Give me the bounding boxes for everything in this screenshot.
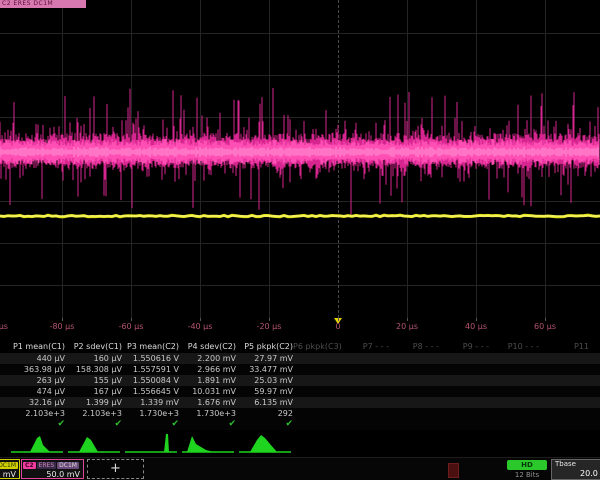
measure-value: 292	[236, 408, 293, 419]
param-header[interactable]: P4 sdev(C2)	[179, 340, 236, 353]
param-header[interactable]: P5 pkpk(C2)	[236, 340, 293, 353]
hd-bits-label: 12 Bits	[507, 471, 547, 479]
measure-value: 440 µV	[8, 353, 65, 364]
histicon-p5[interactable]	[236, 432, 294, 456]
c2-coupling-badge: DC1M	[57, 462, 79, 469]
measure-value: 2.103e+3	[65, 408, 122, 419]
c2-channel-badge: C2	[23, 462, 36, 469]
histicon-p1[interactable]	[8, 432, 66, 456]
measure-value: 6.135 mV	[236, 397, 293, 408]
measure-value: 1.550616 V	[122, 353, 179, 364]
measure-value: 25.03 mV	[236, 375, 293, 386]
time-axis-label: -60 µs	[103, 322, 159, 331]
timebase-descriptor[interactable]: Tbase 20.0 µs	[551, 459, 600, 480]
measure-value: 1.550084 V	[122, 375, 179, 386]
time-axis-label: 60 µs	[517, 322, 573, 331]
measure-value: 263 µV	[8, 375, 65, 386]
time-axis-label: -20 µs	[241, 322, 297, 331]
time-axis-label: -40 µs	[172, 322, 228, 331]
time-axis-tick	[338, 318, 339, 321]
measure-value: 2.966 mV	[179, 364, 236, 375]
time-axis-label: 40 µs	[448, 322, 504, 331]
measure-value: 1.730e+3	[179, 408, 236, 419]
measure-value: 155 µV	[65, 375, 122, 386]
histicon-p2[interactable]	[65, 432, 123, 456]
measure-value: 2.103e+3	[8, 408, 65, 419]
measure-value: 1.339 mV	[122, 397, 179, 408]
time-axis: -100 µs -80 µs -60 µs -40 µs -20 µs 0 20 µs 40 …	[0, 318, 600, 340]
time-axis-tick	[545, 318, 546, 321]
measurement-table: P1 mean(C1)P2 sdev(C1)P3 mean(C2)P4 sdev…	[0, 340, 600, 431]
measure-value: 33.477 mV	[236, 364, 293, 375]
partial-descriptor-box[interactable]	[448, 463, 459, 478]
timebase-title: Tbase	[552, 460, 600, 469]
measure-value: 10.031 mV	[179, 386, 236, 397]
measure-value: 158.308 µV	[65, 364, 122, 375]
measure-value: 2.200 mV	[179, 353, 236, 364]
c1-volts-per-div: 10.0 mV	[0, 470, 19, 480]
param-header[interactable]: P3 mean(C2)	[122, 340, 179, 353]
time-axis-label: 0	[310, 322, 366, 331]
param-header-unused[interactable]: P11	[543, 340, 593, 353]
measure-row: 474 µV167 µV1.556645 V10.031 mV59.97 mV	[0, 386, 600, 397]
measure-value: 167 µV	[65, 386, 122, 397]
timebase-value: 20.0 µs	[552, 469, 600, 479]
c2-volts-per-div: 50.0 mV	[22, 470, 83, 480]
measure-row: 440 µV160 µV1.550616 V2.200 mV27.97 mV	[0, 353, 600, 364]
measure-value: 160 µV	[65, 353, 122, 364]
time-axis-tick	[476, 318, 477, 321]
time-axis-label: 20 µs	[379, 322, 435, 331]
measure-value: 1.399 µV	[65, 397, 122, 408]
time-axis-tick	[200, 318, 201, 321]
time-axis-tick	[407, 318, 408, 321]
measure-value: 1.556645 V	[122, 386, 179, 397]
measure-value: 27.97 mV	[236, 353, 293, 364]
param-header-unused[interactable]: P6 pkpk(C3)	[293, 340, 343, 353]
time-axis-tick	[269, 318, 270, 321]
histicon-p3[interactable]	[122, 432, 180, 456]
param-header-unused[interactable]: P10 - - -	[493, 340, 543, 353]
param-header[interactable]: P1 mean(C1)	[8, 340, 65, 353]
measure-row: 363.98 µV158.308 µV1.557591 V2.966 mV33.…	[0, 364, 600, 375]
waveform-traces	[0, 0, 600, 318]
measure-row: 263 µV155 µV1.550084 V1.891 mV25.03 mV	[0, 375, 600, 386]
channel-descriptor-c2[interactable]: C2 ERES DC1M 50.0 mV	[21, 459, 84, 479]
time-axis-tick	[62, 318, 63, 321]
status-bar: DC1M 10.0 mV C2 ERES DC1M 50.0 mV + HD 1…	[0, 457, 600, 480]
oscilloscope-screen: C2 ERES DC1M -100 µs -80 µs -60 µs -40 µs -2…	[0, 0, 600, 480]
measure-value: 1.676 mV	[179, 397, 236, 408]
channel-descriptor-c1[interactable]: DC1M 10.0 mV	[0, 459, 20, 479]
c1-coupling-badge: DC1M	[0, 462, 18, 469]
c2-eres-badge: ERES	[37, 462, 57, 469]
waveform-grid-area: C2 ERES DC1M	[0, 0, 600, 318]
histicon-p4[interactable]	[179, 432, 237, 456]
param-header-unused[interactable]: P7 - - -	[343, 340, 393, 353]
param-header-unused[interactable]: P9 - - -	[443, 340, 493, 353]
histicon-row	[0, 430, 600, 457]
time-axis-label: -80 µs	[34, 322, 90, 331]
measure-value: 1.891 mV	[179, 375, 236, 386]
measure-value: 1.557591 V	[122, 364, 179, 375]
measure-row: 32.16 µV1.399 µV1.339 mV1.676 mV6.135 mV	[0, 397, 600, 408]
time-axis-label: 80 µs	[586, 322, 600, 331]
add-trace-button[interactable]: +	[87, 459, 144, 479]
measure-value: 32.16 µV	[8, 397, 65, 408]
measure-value: 1.730e+3	[122, 408, 179, 419]
measure-value: 363.98 µV	[8, 364, 65, 375]
param-header[interactable]: P2 sdev(C1)	[65, 340, 122, 353]
trace-annotation-c2[interactable]: C2 ERES DC1M	[0, 0, 86, 8]
hd-mode-badge[interactable]: HD	[507, 460, 547, 470]
measure-value: 474 µV	[8, 386, 65, 397]
time-axis-label: -100 µs	[0, 322, 21, 331]
time-axis-tick	[131, 318, 132, 321]
measure-value: 59.97 mV	[236, 386, 293, 397]
measure-row: 2.103e+32.103e+31.730e+31.730e+3292	[0, 408, 600, 419]
param-header-unused[interactable]: P8 - - -	[393, 340, 443, 353]
